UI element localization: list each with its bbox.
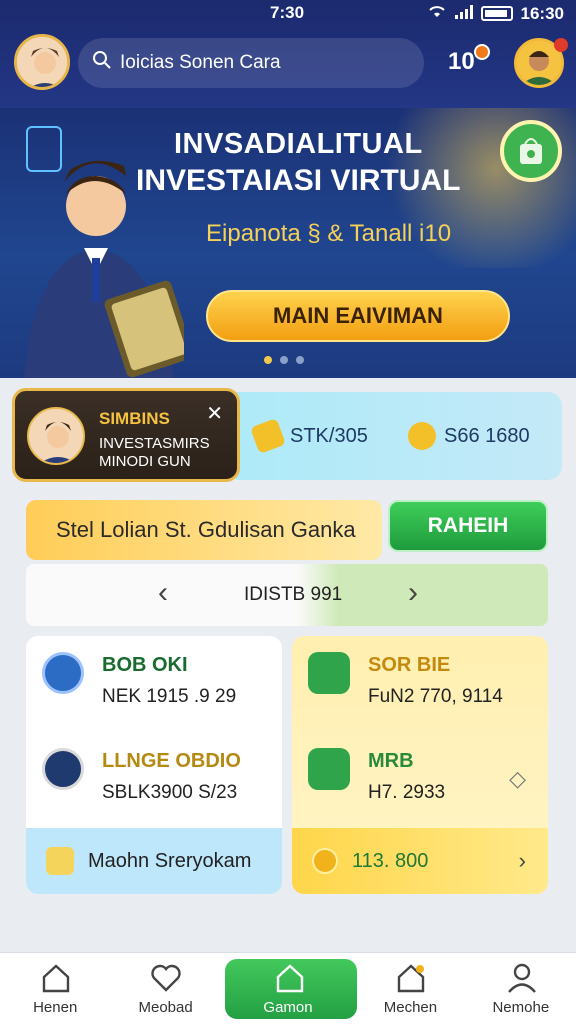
right-panel-footer[interactable]: 113. 800 › <box>292 828 548 894</box>
user-avatar[interactable] <box>14 34 70 90</box>
search-button[interactable]: RAHEIH <box>388 500 548 552</box>
nav-item-profile[interactable]: Nemohe <box>466 953 576 1024</box>
banner-subtitle: Eipanota § & Tanall i10 <box>206 220 452 247</box>
promo-banner[interactable]: INVSADIALITUAL INVESTAIASI VIRTUAL Eipan… <box>0 108 576 378</box>
left-portfolio-panel: BOB OKI NEK 1915 .9 29 LLNGE OBDIO SBLK3… <box>26 636 282 894</box>
status-bar: 7:30 16:30 <box>0 0 576 28</box>
nav-label: Nemohe <box>492 999 550 1016</box>
banner-cta-button[interactable]: MAIN EAIVIMAN <box>206 290 510 342</box>
chevron-right-icon[interactable]: › <box>408 576 418 610</box>
item-label: SOR BIE <box>368 654 451 676</box>
pager-control: ‹ IDISTB 991 › <box>26 564 548 626</box>
profile-line1: INVESTASMIRS <box>99 435 210 452</box>
list-item[interactable]: SOR BIE FuN2 770, 9114 <box>292 636 548 730</box>
coin-drop-icon <box>408 422 436 450</box>
item-label: MRB <box>368 750 414 772</box>
search-location-field[interactable]: Stel Lolian St. Gdulisan Ganka <box>26 500 382 560</box>
stat-left-value: STK/305 <box>290 424 368 447</box>
search-bar[interactable]: Ioicias Sonen Cara <box>78 38 424 88</box>
stat-right-value: S66 1680 <box>444 424 530 447</box>
profile-line2: MINODI GUN <box>99 453 191 470</box>
bottom-navigation: Henen Meobad Gamon Mechen Nemohe <box>0 952 576 1024</box>
investor-profile-card[interactable]: SIMBINS INVESTASMIRS MINODI GUN ✕ <box>12 388 240 482</box>
right-footer-text: 113. 800 <box>352 849 429 872</box>
profile-title: SIMBINS <box>99 409 170 428</box>
stat-left[interactable]: STK/305 <box>250 418 368 454</box>
main-content: STK/305 S66 1680 SIMBINS INVESTASMIRS MI… <box>0 378 576 952</box>
banner-pagination <box>264 356 304 364</box>
leaf-icon <box>308 652 350 694</box>
stats-card: STK/305 S66 1680 <box>236 392 562 480</box>
nav-label: Henen <box>33 999 78 1016</box>
user-icon <box>505 961 539 995</box>
profile-photo <box>27 407 85 465</box>
notification-badge <box>474 44 490 60</box>
search-text: Ioicias Sonen Cara <box>120 52 281 73</box>
nav-item-heart[interactable]: Meobad <box>110 953 220 1024</box>
chevron-right-icon: › <box>518 848 526 873</box>
nav-item-store[interactable]: Gamon <box>221 953 357 1024</box>
item-value: SBLK3900 S/23 <box>102 782 238 803</box>
nav-label: Gamon <box>263 999 313 1016</box>
person-icon <box>42 748 84 790</box>
item-value: FuN2 770, 9114 <box>368 686 503 707</box>
banner-dot[interactable] <box>264 356 272 364</box>
item-value: H7. 2933 <box>368 782 446 803</box>
signal-icon <box>454 4 473 24</box>
stat-right[interactable]: S66 1680 <box>408 422 530 450</box>
shopping-bag-icon[interactable] <box>500 120 562 182</box>
list-item[interactable]: BOB OKI NEK 1915 .9 29 <box>26 636 282 730</box>
nav-item-home[interactable]: Henen <box>0 953 110 1024</box>
diamond-icon: ◇ <box>509 766 526 791</box>
banner-dot[interactable] <box>296 356 304 364</box>
chart-badge-icon <box>308 748 350 790</box>
notification-count[interactable]: 10 <box>448 48 475 76</box>
pager-label: IDISTB 991 <box>244 584 343 605</box>
store-icon <box>273 961 307 995</box>
chart-icon <box>394 961 428 995</box>
item-label: BOB OKI <box>102 654 188 676</box>
banner-title-line2: INVESTAIASI VIRTUAL <box>136 164 461 197</box>
banner-dot[interactable] <box>280 356 288 364</box>
right-portfolio-panel: SOR BIE FuN2 770, 9114 MRB H7. 2933 ◇ 11… <box>292 636 548 894</box>
badge-icon <box>46 847 74 875</box>
wifi-icon <box>427 3 447 24</box>
item-value: NEK 1915 .9 29 <box>102 686 237 707</box>
home-icon <box>39 961 73 995</box>
nav-label: Mechen <box>383 999 438 1016</box>
nav-label: Meobad <box>138 999 193 1016</box>
list-item[interactable]: LLNGE OBDIO SBLK3900 S/23 <box>26 732 282 826</box>
heart-icon <box>149 961 183 995</box>
shield-icon <box>42 652 84 694</box>
profile-alert-badge <box>554 38 568 52</box>
status-clock-right: 16:30 <box>520 3 564 23</box>
ticket-icon <box>250 418 286 454</box>
list-item[interactable]: MRB H7. 2933 ◇ <box>292 732 548 826</box>
status-right: 16:30 <box>427 3 564 24</box>
coin-icon <box>312 848 338 874</box>
left-panel-footer[interactable]: Maohn Sreryokam <box>26 828 282 894</box>
item-label: LLNGE OBDIO <box>102 750 241 772</box>
chevron-left-icon[interactable]: ‹ <box>158 576 168 610</box>
banner-title-line1: INVSADIALITUAL <box>174 128 423 160</box>
status-time: 7:30 <box>270 3 305 22</box>
close-icon[interactable]: ✕ <box>206 401 223 426</box>
battery-icon <box>480 6 513 21</box>
search-icon <box>92 50 112 76</box>
nav-item-chart[interactable]: Mechen <box>355 953 465 1024</box>
top-bar: 7:30 16:30 Ioicias Sonen Cara 10 <box>0 0 576 108</box>
left-footer-text: Maohn Sreryokam <box>88 849 252 872</box>
